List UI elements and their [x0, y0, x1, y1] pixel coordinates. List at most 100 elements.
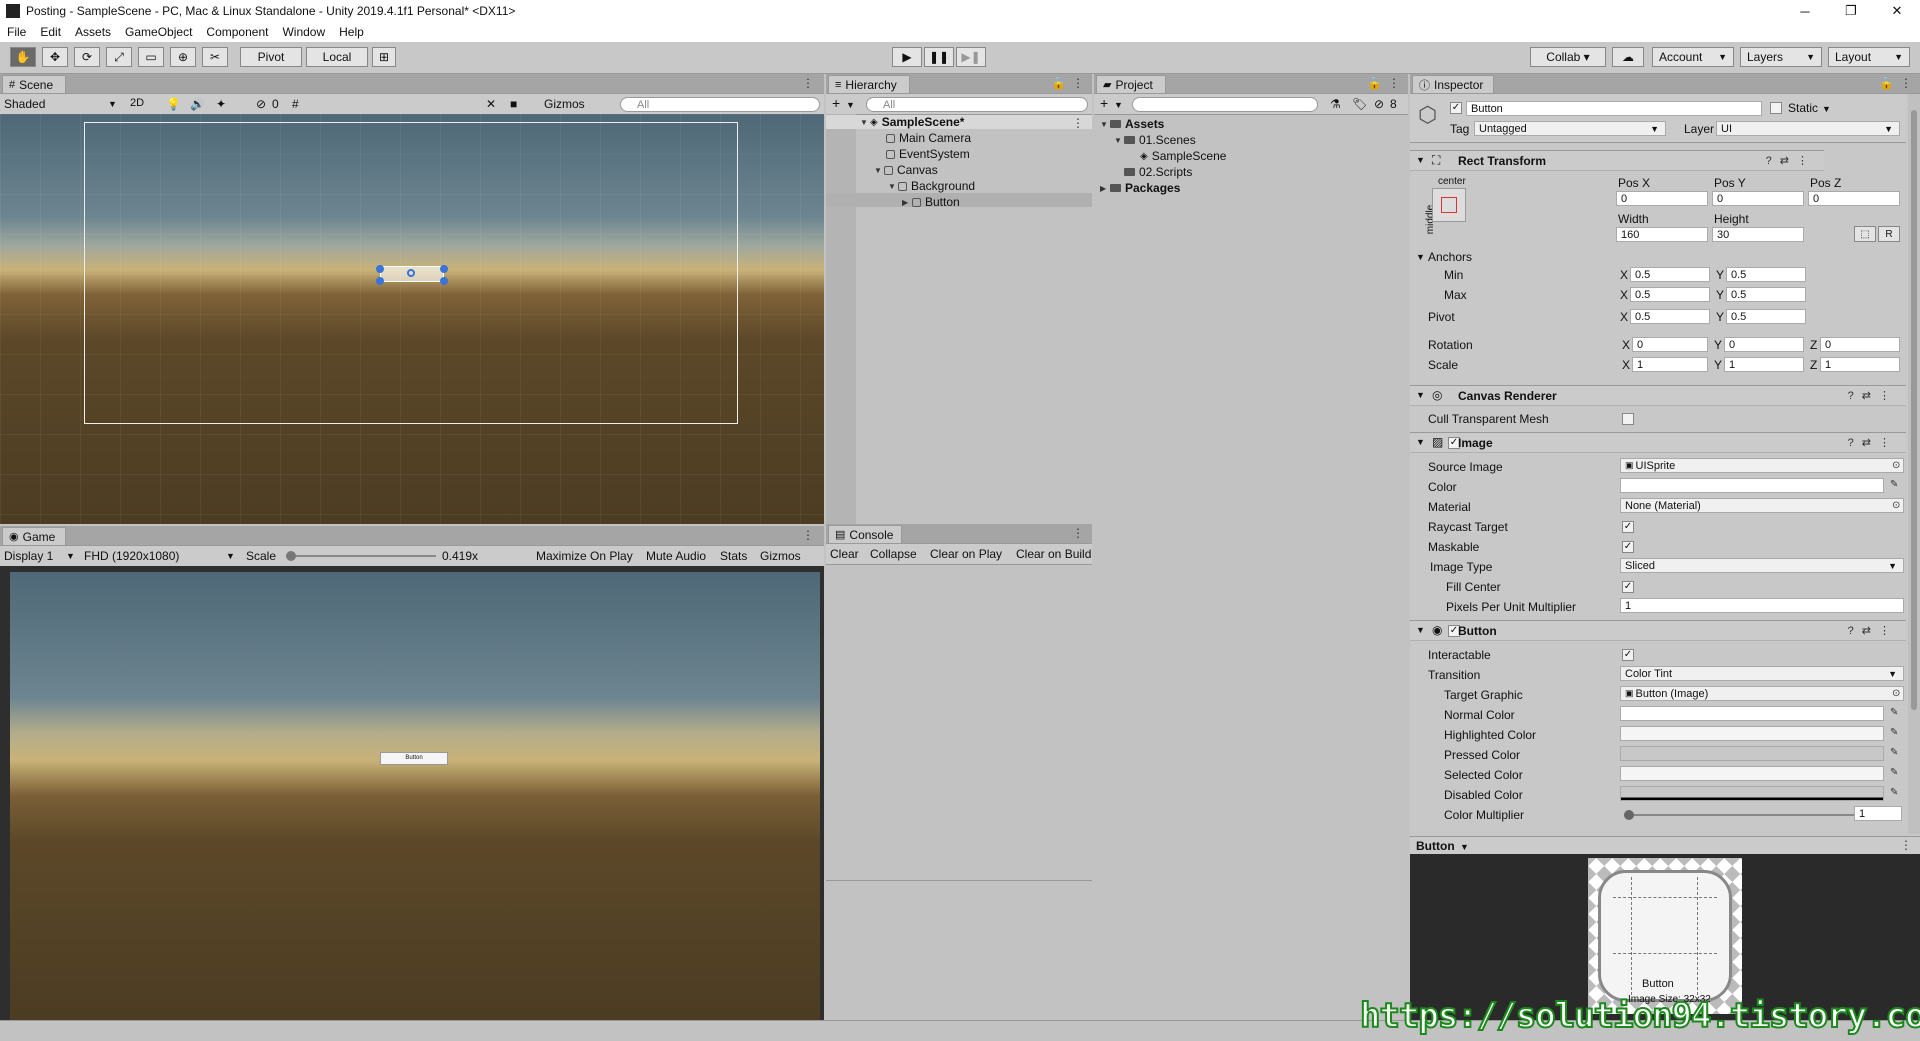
scrollbar-thumb[interactable]: [1911, 110, 1917, 710]
more-icon[interactable]: ⋮: [1388, 76, 1400, 90]
width-input[interactable]: 160: [1616, 227, 1708, 242]
active-checkbox[interactable]: ✓: [1450, 102, 1462, 114]
clear-button[interactable]: Clear: [830, 547, 859, 561]
highlighted-color-swatch[interactable]: [1620, 726, 1884, 741]
hand-tool-icon[interactable]: ✋: [10, 47, 36, 67]
anchor-presets-button[interactable]: [1432, 188, 1466, 222]
component-header-icons[interactable]: ?⇄⋮: [1848, 436, 1898, 449]
layer-dropdown[interactable]: UI ▼: [1716, 121, 1900, 136]
pivot-x-input[interactable]: 0.5: [1630, 309, 1710, 324]
more-icon[interactable]: ⋮: [802, 76, 814, 90]
menu-help[interactable]: Help: [332, 25, 371, 39]
canvas-renderer-header[interactable]: ▼ ◎ Canvas Renderer ?⇄⋮: [1410, 385, 1906, 406]
tree-item-canvas[interactable]: ▼ Canvas: [874, 162, 938, 178]
eyedropper-icon[interactable]: ✎: [1890, 767, 1898, 778]
tab-game[interactable]: ◉ Game: [2, 527, 66, 545]
component-header-icons[interactable]: ?⇄⋮: [1848, 624, 1898, 637]
anchor-max-x-input[interactable]: 0.5: [1630, 287, 1710, 302]
tree-item-packages[interactable]: ▶ Packages: [1100, 180, 1180, 196]
2d-toggle[interactable]: 2D: [130, 97, 144, 109]
expand-icon[interactable]: ▼: [1416, 390, 1425, 400]
scale-tool-icon[interactable]: ⤢: [106, 47, 132, 67]
expand-icon[interactable]: ▼: [1416, 625, 1425, 635]
move-tool-icon[interactable]: ✥: [42, 47, 68, 67]
eyedropper-icon[interactable]: ✎: [1890, 727, 1898, 738]
button-selection-rect[interactable]: [376, 265, 448, 285]
normal-color-swatch[interactable]: [1620, 706, 1884, 721]
tree-item-scripts[interactable]: 02.Scripts: [1124, 164, 1192, 180]
anchor-max-y-input[interactable]: 0.5: [1726, 287, 1806, 302]
raw-edit-button[interactable]: R: [1878, 226, 1900, 242]
tree-item-scenes[interactable]: ▼ 01.Scenes: [1114, 132, 1196, 148]
expand-icon[interactable]: ▼: [1416, 437, 1425, 447]
transition-dropdown[interactable]: Color Tint ▼: [1620, 666, 1904, 681]
more-icon[interactable]: ⋮: [1072, 116, 1084, 130]
tab-project[interactable]: ▰ Project: [1096, 75, 1166, 93]
rect-handle[interactable]: [376, 265, 384, 273]
camera-icon[interactable]: ■: [510, 97, 517, 111]
color-multiplier-input[interactable]: 1: [1854, 806, 1902, 821]
hidden-objects-icon[interactable]: ⊘: [256, 97, 266, 111]
rotation-y-input[interactable]: 0: [1724, 337, 1804, 352]
resolution-dropdown[interactable]: FHD (1920x1080): [84, 549, 179, 563]
menu-component[interactable]: Component: [199, 25, 275, 39]
lighting-icon[interactable]: 💡: [166, 97, 181, 111]
menu-assets[interactable]: Assets: [68, 25, 118, 39]
posz-input[interactable]: 0: [1808, 191, 1900, 206]
custom-tool-icon[interactable]: ✂: [202, 47, 228, 67]
scale-slider[interactable]: [286, 551, 436, 561]
expand-icon[interactable]: ▼: [1416, 252, 1425, 262]
object-picker-icon[interactable]: ⊙: [1892, 460, 1900, 471]
more-icon[interactable]: ⋮: [1072, 526, 1084, 540]
rect-tool-icon[interactable]: ▭: [138, 47, 164, 67]
local-toggle[interactable]: Local: [306, 47, 368, 67]
layers-dropdown[interactable]: Layers ▼: [1740, 47, 1822, 67]
add-icon[interactable]: +: [832, 95, 840, 111]
clear-on-build-toggle[interactable]: Clear on Build: [1016, 547, 1091, 561]
menu-gameobject[interactable]: GameObject: [118, 25, 199, 39]
slider-thumb[interactable]: [1624, 810, 1634, 820]
raycast-target-checkbox[interactable]: ✓: [1622, 521, 1634, 533]
source-image-field[interactable]: ▣ UISprite: [1620, 458, 1904, 473]
shading-mode-dropdown[interactable]: Shaded: [4, 97, 45, 111]
pause-button[interactable]: ❚❚: [924, 47, 954, 67]
gizmos-dropdown[interactable]: Gizmos: [544, 97, 585, 111]
game-button[interactable]: Button: [380, 752, 448, 765]
scene-search-input[interactable]: All: [620, 97, 820, 112]
rotation-x-input[interactable]: 0: [1632, 337, 1708, 352]
menu-window[interactable]: Window: [275, 25, 332, 39]
tree-item-main-camera[interactable]: Main Camera: [886, 130, 971, 146]
expand-icon[interactable]: ▼: [888, 182, 898, 191]
scale-y-input[interactable]: 1: [1724, 357, 1804, 372]
add-icon[interactable]: +: [1100, 95, 1108, 111]
expand-icon[interactable]: ▼: [1114, 136, 1124, 145]
scale-x-input[interactable]: 1: [1632, 357, 1708, 372]
object-picker-icon[interactable]: ⊙: [1892, 688, 1900, 699]
maskable-checkbox[interactable]: ✓: [1622, 541, 1634, 553]
filter-type-icon[interactable]: ⚗: [1330, 97, 1341, 111]
object-picker-icon[interactable]: ⊙: [1892, 500, 1900, 511]
tree-item-assets[interactable]: ▼ Assets: [1100, 116, 1164, 132]
maximize-on-play-toggle[interactable]: Maximize On Play: [536, 549, 633, 563]
expand-icon[interactable]: ▼: [874, 166, 884, 175]
tools-icon[interactable]: ✕: [486, 97, 496, 111]
interactable-checkbox[interactable]: ✓: [1622, 649, 1634, 661]
more-icon[interactable]: ⋮: [1900, 76, 1912, 90]
preview-header[interactable]: Button ▼ ⋮: [1410, 836, 1920, 855]
gizmos-toggle[interactable]: Gizmos: [760, 549, 801, 563]
anchor-min-y-input[interactable]: 0.5: [1726, 267, 1806, 282]
pivot-toggle[interactable]: Pivot: [240, 47, 302, 67]
ppu-multiplier-input[interactable]: 1: [1620, 598, 1904, 613]
project-search-input[interactable]: [1132, 97, 1318, 112]
blueprint-mode-icon[interactable]: ⬚: [1854, 226, 1876, 242]
close-button[interactable]: ✕: [1874, 0, 1920, 22]
tag-dropdown[interactable]: Untagged ▼: [1474, 121, 1666, 136]
expand-icon[interactable]: ▼: [1100, 120, 1110, 129]
rect-handle[interactable]: [440, 277, 448, 285]
button-component-header[interactable]: ▼ ◉ ✓ Button ?⇄⋮: [1410, 620, 1906, 641]
eyedropper-icon[interactable]: ✎: [1890, 707, 1898, 718]
posx-input[interactable]: 0: [1616, 191, 1708, 206]
menu-file[interactable]: File: [0, 25, 33, 39]
pivot-handle-icon[interactable]: [407, 269, 415, 277]
play-button[interactable]: ▶: [892, 47, 922, 67]
